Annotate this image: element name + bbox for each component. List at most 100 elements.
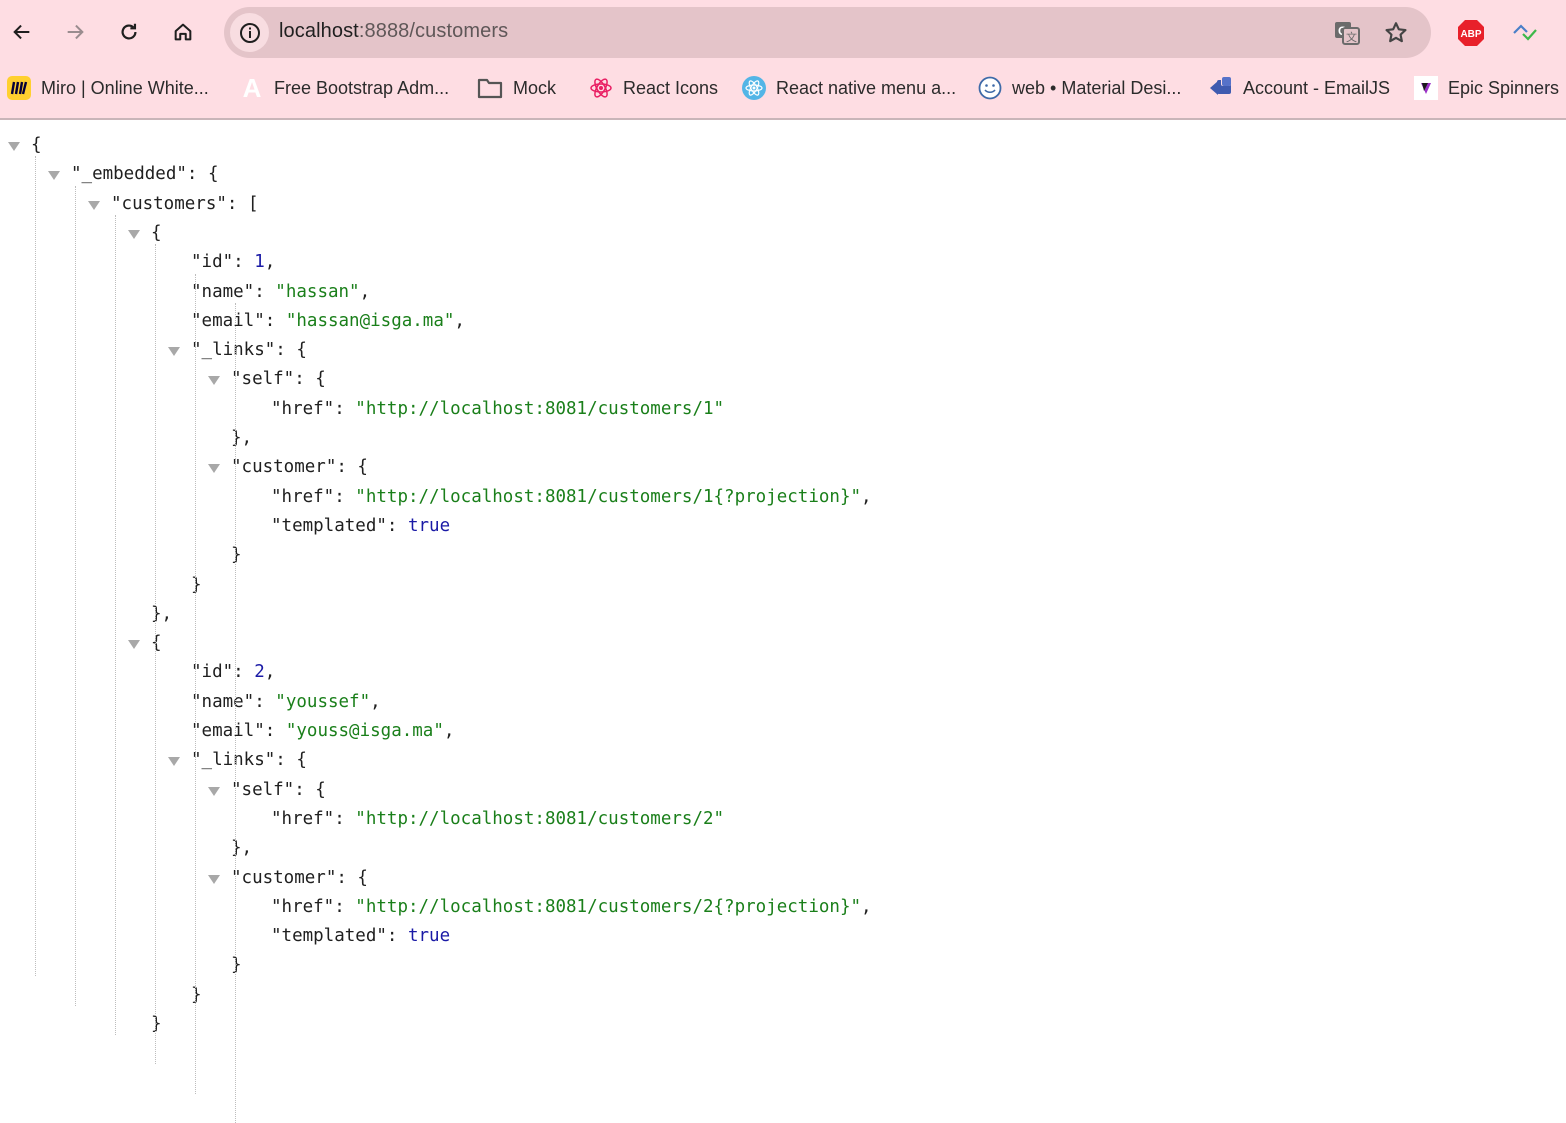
json-punctuation: : <box>386 926 408 947</box>
bookmark-emailjs[interactable]: Account - EmailJS <box>1209 74 1390 102</box>
collapse-toggle-icon[interactable] <box>128 229 140 239</box>
indent-guide <box>195 273 196 1094</box>
back-arrow-icon <box>13 24 30 40</box>
json-line: "email": "hassan@isga.ma", <box>191 307 465 336</box>
collapse-toggle-icon[interactable] <box>8 142 20 151</box>
json-key: "href" <box>271 398 335 419</box>
reload-icon <box>121 23 137 40</box>
json-punctuation: : [ <box>226 193 259 214</box>
json-punctuation: : <box>233 252 255 273</box>
json-punctuation: { <box>151 222 162 243</box>
bookmark-material-design[interactable]: web • Material Desi... <box>978 74 1181 102</box>
react-native-icon <box>742 76 766 100</box>
collapse-toggle-icon[interactable] <box>168 347 180 357</box>
json-key: "self" <box>231 779 295 800</box>
json-punctuation: : <box>254 281 276 302</box>
indent-guide <box>35 156 36 977</box>
bootstrap-admin-icon: A <box>242 72 262 103</box>
json-punctuation: , <box>861 486 872 507</box>
json-key: "_links" <box>191 750 276 771</box>
collapse-toggle-icon[interactable] <box>208 464 220 474</box>
translate-button[interactable]: G文 <box>1333 19 1361 47</box>
bookmark-bootstrap-admin[interactable]: A Free Bootstrap Adm... <box>238 72 450 103</box>
json-punctuation: } <box>191 984 202 1005</box>
json-line: "self": { <box>231 365 326 394</box>
folder-icon <box>477 76 503 100</box>
site-info-icon <box>239 22 260 43</box>
json-punctuation: , <box>359 281 371 302</box>
json-punctuation: , <box>264 662 276 683</box>
back-button[interactable] <box>4 14 40 50</box>
bookmark-star-button[interactable] <box>1382 19 1410 47</box>
json-key: "href" <box>271 896 335 917</box>
json-punctuation: , <box>264 252 276 273</box>
bookmark-mock-folder[interactable]: Mock <box>477 74 556 102</box>
collapse-toggle-icon[interactable] <box>168 757 180 767</box>
json-punctuation: } <box>231 955 242 976</box>
bookmark-epic-spinners[interactable]: Epic Spinners <box>1414 74 1559 102</box>
bookmark-miro[interactable]: Miro | Online White... <box>7 74 209 102</box>
json-punctuation: { <box>151 633 162 654</box>
json-string: "http://localhost:8081/customers/2" <box>355 808 725 829</box>
extension-wave-button[interactable] <box>1510 18 1540 48</box>
home-button[interactable] <box>165 14 201 50</box>
json-key: "_links" <box>191 340 276 361</box>
json-key: "customer" <box>231 457 337 478</box>
svg-text:ABP: ABP <box>1460 29 1481 40</box>
collapse-toggle-icon[interactable] <box>208 376 220 386</box>
json-punctuation: : { <box>336 457 368 478</box>
json-punctuation: } <box>191 574 202 595</box>
collapse-toggle-icon[interactable] <box>48 171 60 181</box>
json-punctuation: : { <box>294 779 326 800</box>
json-viewer: {"_embedded": {"customers": [{"id": 1, "n… <box>0 121 1566 1123</box>
indent-guide <box>75 185 76 1006</box>
json-line: { <box>151 629 162 658</box>
adblock-plus-icon: ABP <box>1458 20 1484 46</box>
json-punctuation: , <box>454 310 465 331</box>
json-line: "href": "http://localhost:8081/customers… <box>271 483 872 512</box>
bookmark-react-native-menu[interactable]: React native menu a... <box>742 74 956 102</box>
json-line: "templated": true <box>271 922 450 951</box>
indent-guide <box>115 214 116 1035</box>
json-key: "id" <box>191 662 234 683</box>
address-bar[interactable]: localhost:8888/customers G文 <box>224 7 1431 58</box>
json-punctuation: , <box>861 896 872 917</box>
forward-button[interactable] <box>57 14 93 50</box>
json-key: "email" <box>191 721 265 741</box>
json-string: "hassan" <box>275 281 360 302</box>
site-info-button[interactable] <box>230 13 269 52</box>
smiley-icon <box>978 76 1002 100</box>
bookmark-react-icons[interactable]: React Icons <box>589 74 718 102</box>
json-punctuation: , <box>370 691 381 712</box>
json-punctuation: : { <box>186 164 219 185</box>
json-line: "id": 2, <box>191 658 275 687</box>
json-punctuation: : <box>254 691 276 712</box>
json-key: "href" <box>271 808 335 829</box>
json-line: "_links": { <box>191 336 307 365</box>
browser-toolbar: localhost:8888/customers G文 ABP <box>0 0 1566 66</box>
bookmark-label: web • Material Desi... <box>1012 77 1182 98</box>
bookmark-label: Free Bootstrap Adm... <box>274 77 450 98</box>
json-key: "customer" <box>231 867 337 888</box>
json-punctuation: , <box>443 721 455 741</box>
json-boolean: true <box>407 926 451 947</box>
json-punctuation: : <box>264 310 286 331</box>
json-string: "hassan@isga.ma" <box>285 310 455 331</box>
collapse-toggle-icon[interactable] <box>88 200 100 210</box>
indent-guide <box>155 244 156 1065</box>
collapse-toggle-icon[interactable] <box>208 874 220 884</box>
adblock-plus-button[interactable]: ABP <box>1456 18 1486 48</box>
bookmark-label: React native menu a... <box>776 77 957 98</box>
forward-arrow-icon <box>67 24 84 40</box>
collapse-toggle-icon[interactable] <box>208 786 220 796</box>
url-text[interactable]: localhost:8888/customers <box>279 20 508 43</box>
json-key: "customers" <box>111 193 227 214</box>
browser-chrome: localhost:8888/customers G文 ABP Miro | O… <box>0 0 1566 120</box>
bookmark-label: React Icons <box>623 77 719 98</box>
reload-button[interactable] <box>111 14 147 50</box>
collapse-toggle-icon[interactable] <box>128 640 140 650</box>
miro-icon <box>7 76 31 100</box>
json-number: 2 <box>254 662 265 683</box>
json-number: 1 <box>254 252 265 273</box>
bookmark-star-icon <box>1385 22 1407 43</box>
